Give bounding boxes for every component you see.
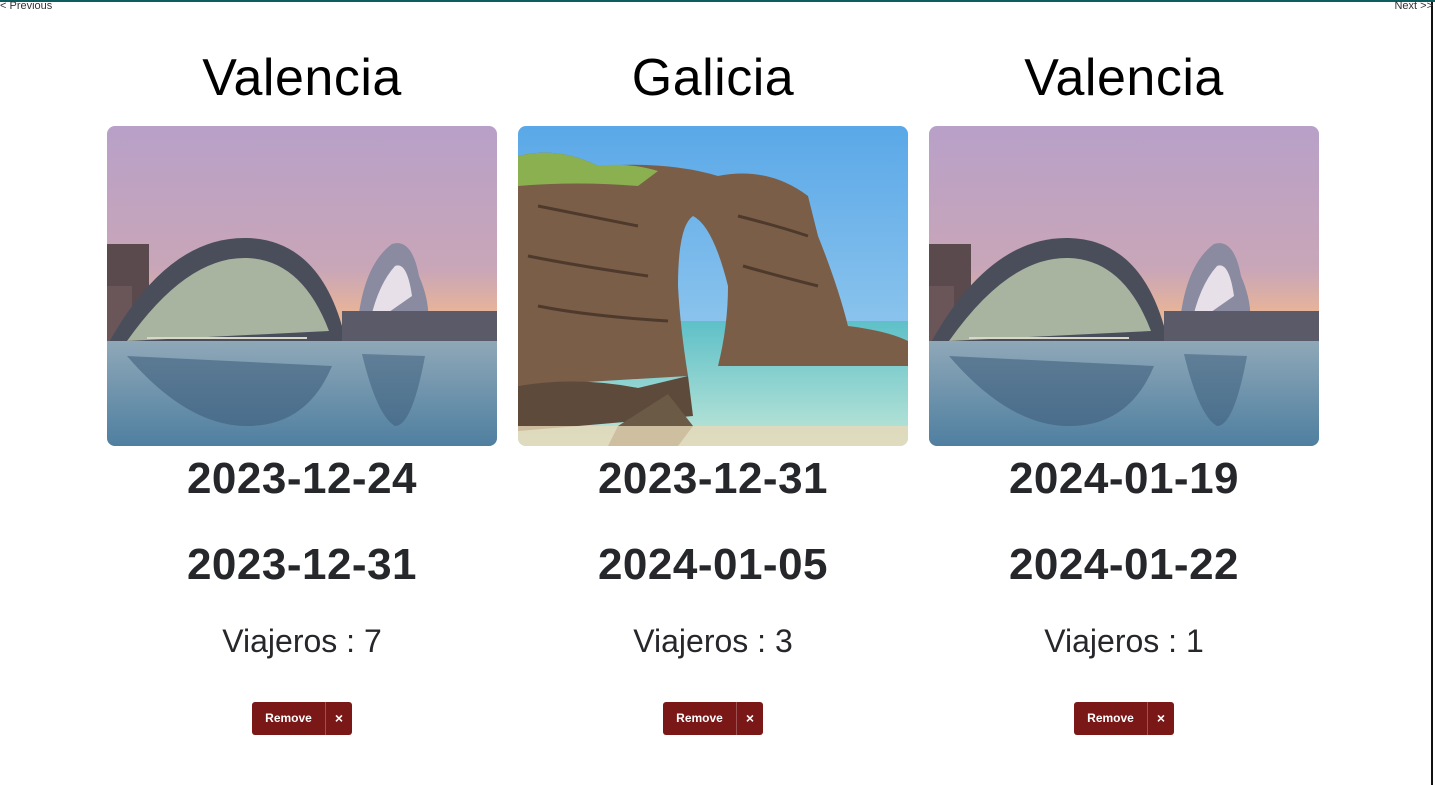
remove-button-label: Remove (1074, 702, 1148, 735)
page-right-border (1431, 2, 1433, 785)
close-icon: × (745, 710, 755, 726)
galicia-photo (518, 126, 908, 446)
page: < Previous Next >> Valencia 2023-12-24 2… (0, 0, 1435, 785)
trip-destination-title: Valencia (202, 49, 402, 107)
valencia-photo (107, 126, 497, 446)
remove-button-label: Remove (663, 702, 737, 735)
trip-end-date: 2024-01-05 (597, 540, 829, 589)
trip-end-date: 2024-01-22 (1008, 540, 1240, 589)
trip-travelers: Viajeros : 7 (222, 623, 382, 659)
next-link[interactable]: Next >> (1394, 0, 1433, 12)
remove-button[interactable]: Remove × (663, 702, 763, 735)
remove-button-label: Remove (252, 702, 326, 735)
trip-destination-title: Valencia (1024, 49, 1224, 107)
close-icon: × (334, 710, 344, 726)
trip-end-date: 2023-12-31 (186, 540, 418, 589)
trip-travelers: Viajeros : 1 (1044, 623, 1204, 659)
remove-button[interactable]: Remove × (252, 702, 352, 735)
remove-button[interactable]: Remove × (1074, 702, 1174, 735)
trip-destination-title: Galicia (631, 49, 795, 107)
previous-link[interactable]: < Previous (0, 0, 52, 12)
valencia-photo (929, 126, 1319, 446)
trip-start-date: 2024-01-19 (1008, 454, 1240, 503)
trip-travelers: Viajeros : 3 (633, 623, 793, 659)
trip-start-date: 2023-12-31 (597, 454, 829, 503)
trip-start-date: 2023-12-24 (186, 454, 418, 503)
close-icon: × (1156, 710, 1166, 726)
